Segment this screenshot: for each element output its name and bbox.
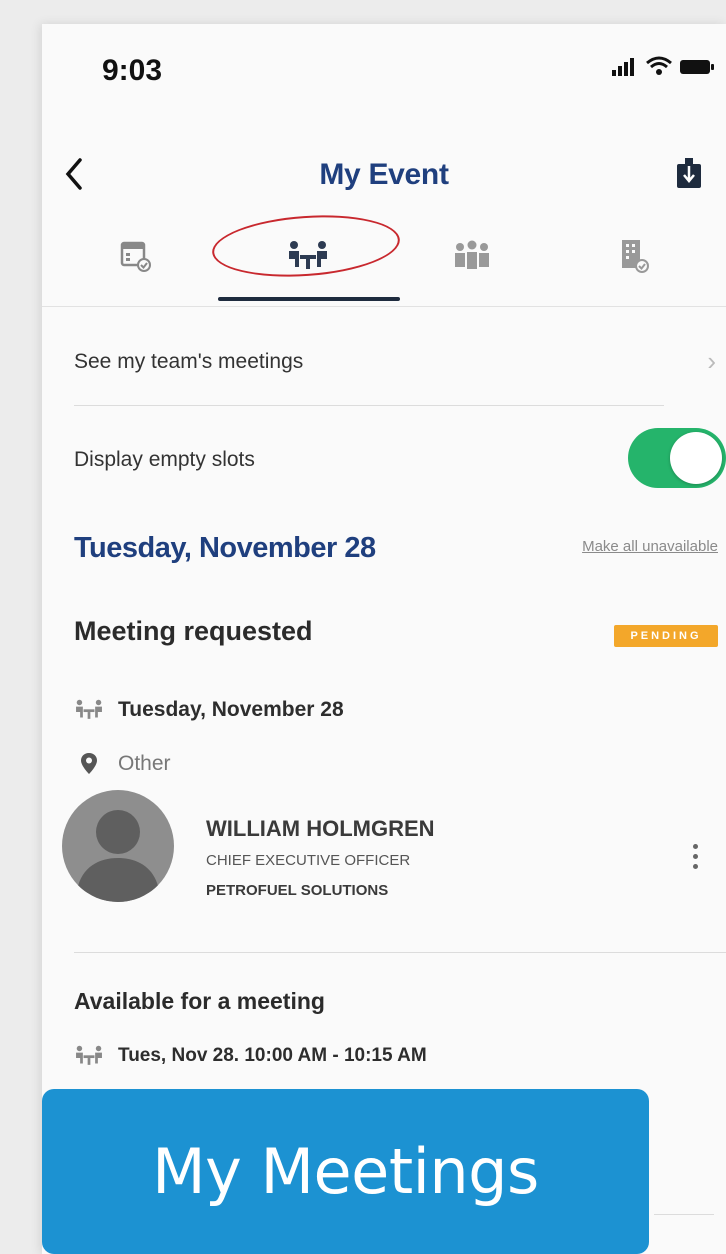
building-check-icon: [622, 240, 649, 273]
battery-icon: [680, 60, 714, 74]
people-group-icon: [455, 240, 489, 269]
contact-name: WILLIAM HOLMGREN: [206, 816, 435, 841]
meeting-date: Tuesday, November 28: [118, 698, 344, 721]
status-bar: 9:03: [42, 24, 726, 114]
download-icon: [677, 158, 701, 188]
map-pin-icon: [81, 753, 97, 774]
meeting-requested-title: Meeting requested: [74, 616, 313, 646]
wifi-icon: [646, 56, 672, 75]
avatar: [62, 790, 174, 902]
user-silhouette-icon: [76, 810, 160, 902]
page-title: My Event: [319, 158, 449, 191]
make-all-unavailable-link[interactable]: Make all unavailable: [582, 538, 718, 555]
status-icons: [612, 56, 716, 76]
divider: [74, 952, 726, 953]
meeting-table-icon: [76, 1045, 102, 1065]
tab-exhibitors[interactable]: [602, 228, 666, 284]
available-slot: Tues, Nov 28. 10:00 AM - 10:15 AM: [118, 1045, 427, 1066]
day-heading: Tuesday, November 28: [74, 532, 376, 564]
signal-icon: [612, 58, 634, 76]
contact-card[interactable]: WILLIAM HOLMGREN CHIEF EXECUTIVE OFFICER…: [62, 790, 726, 926]
divider: [654, 1214, 714, 1215]
highlight-circle: [210, 209, 402, 283]
caption-text: My Meetings: [152, 1135, 539, 1208]
more-options-icon[interactable]: [680, 836, 710, 876]
tab-active-indicator: [218, 297, 400, 301]
calendar-check-icon: [120, 241, 151, 272]
tab-attendees[interactable]: [440, 228, 504, 284]
chevron-right-icon: ›: [707, 346, 716, 376]
tab-bar: [42, 209, 726, 307]
phone-screen: 9:03 My Event See my team's meetings › D…: [42, 24, 726, 1254]
download-button[interactable]: [676, 156, 702, 190]
nav-bar: My Event: [42, 134, 726, 214]
contact-role: CHIEF EXECUTIVE OFFICER: [206, 852, 411, 869]
meeting-table-icon: [76, 699, 102, 719]
empty-slots-label: Display empty slots: [74, 448, 255, 471]
empty-slots-toggle[interactable]: [628, 428, 726, 488]
toggle-knob: [670, 432, 722, 484]
team-meetings-label: See my team's meetings: [74, 350, 304, 373]
team-meetings-row[interactable]: See my team's meetings ›: [74, 306, 726, 406]
meeting-date-row: Tuesday, November 28: [74, 690, 344, 730]
caption-banner: My Meetings: [42, 1089, 649, 1254]
status-time: 9:03: [102, 54, 163, 87]
contact-company: PETROFUEL SOLUTIONS: [206, 882, 389, 899]
available-slot-row: Tues, Nov 28. 10:00 AM - 10:15 AM: [74, 1036, 427, 1076]
empty-slots-row: Display empty slots: [74, 406, 726, 506]
meeting-location: Other: [118, 752, 171, 775]
meeting-location-row: Other: [74, 744, 171, 784]
tab-agenda[interactable]: [104, 228, 168, 284]
available-title: Available for a meeting: [74, 988, 325, 1014]
status-badge: PENDING: [614, 625, 718, 647]
